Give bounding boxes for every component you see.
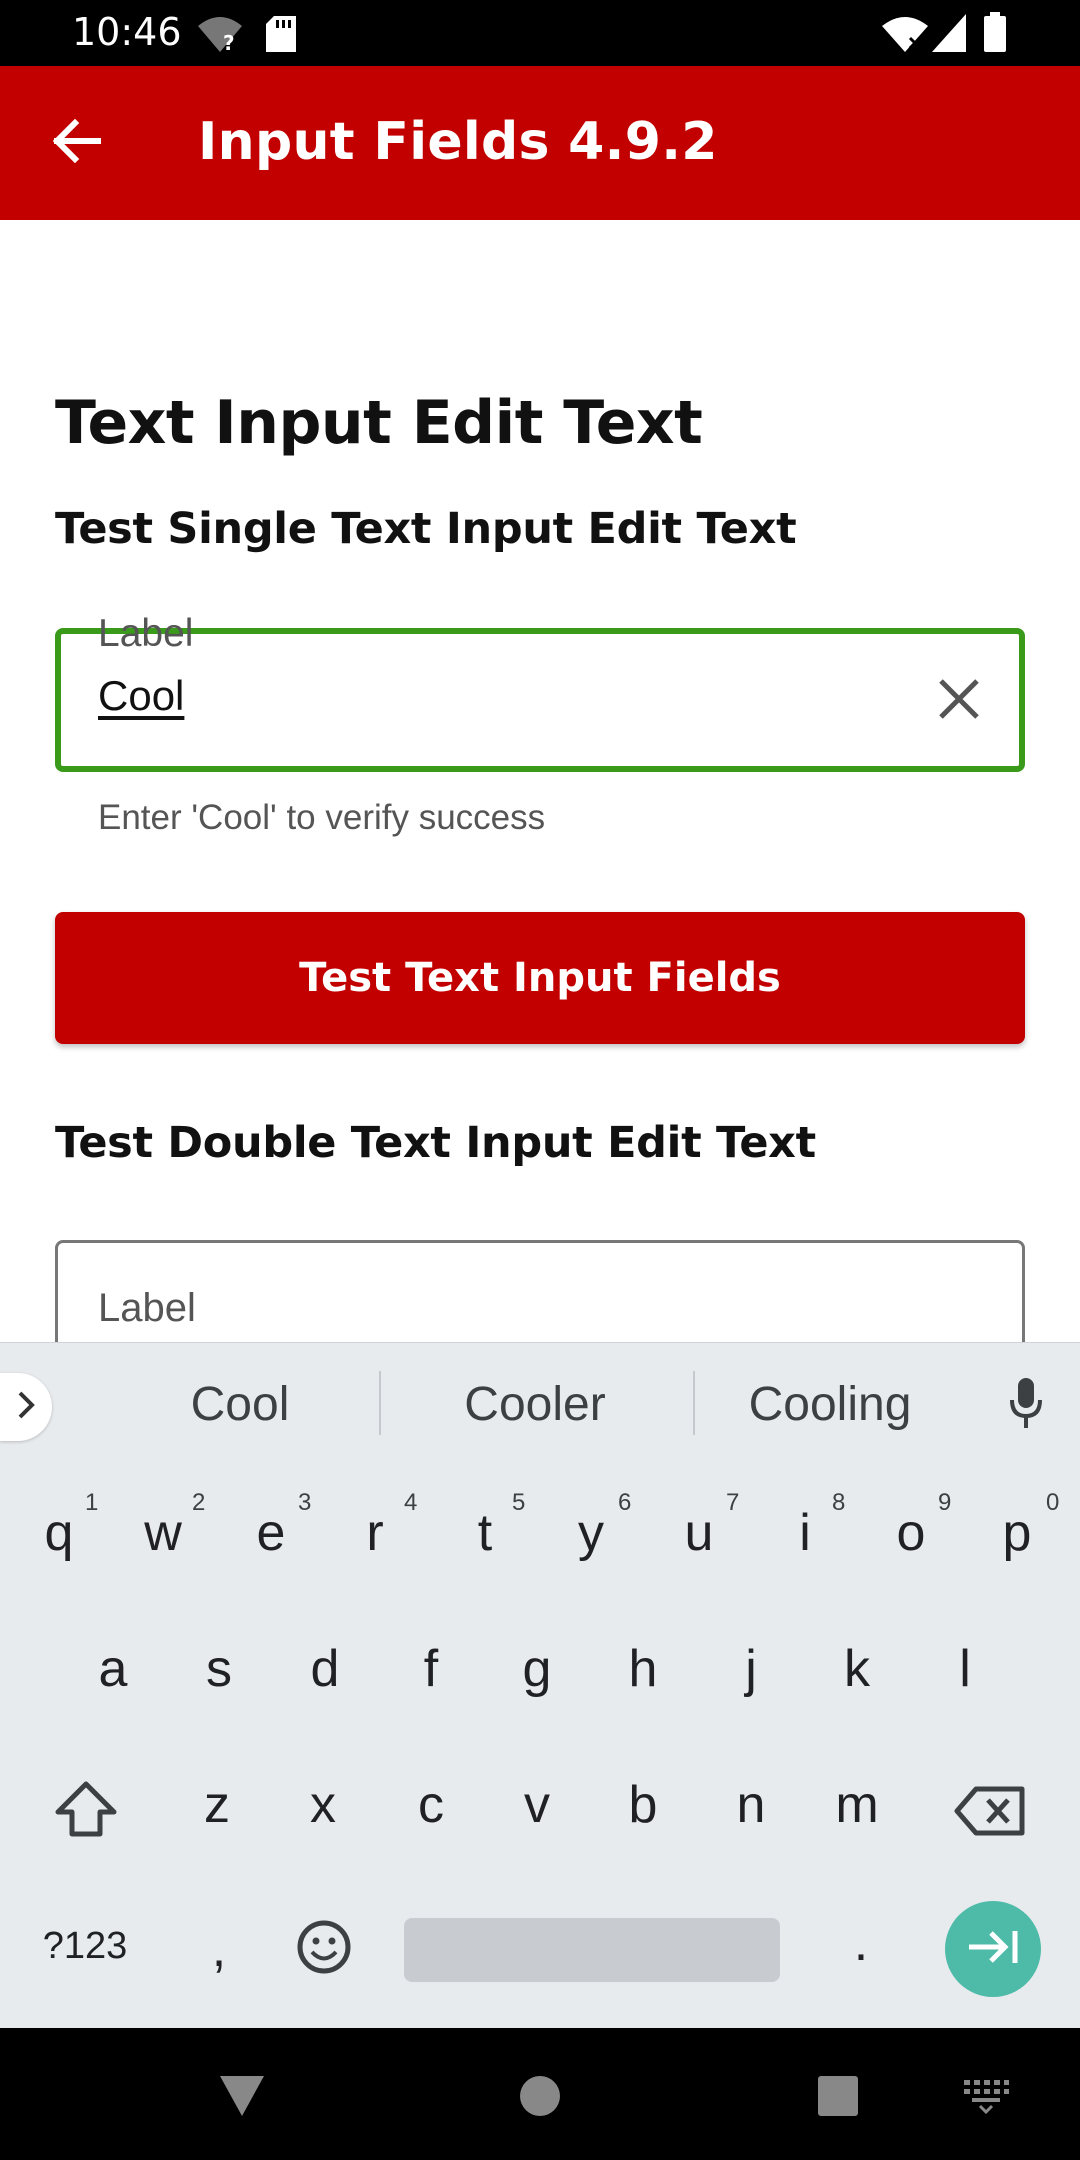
key-e-hint: 3 <box>298 1489 312 1516</box>
suggestion-2[interactable]: Cooler <box>430 1377 640 1432</box>
single-field-value[interactable]: Cool <box>98 672 184 720</box>
app-bar: Input Fields 4.9.2 <box>0 66 1080 220</box>
nav-back-button[interactable] <box>212 2068 272 2128</box>
back-triangle-icon <box>218 2074 266 2123</box>
tab-next-icon <box>965 1927 1021 1972</box>
single-field-label: Label <box>88 612 204 656</box>
microphone-icon <box>1008 1376 1044 1435</box>
key-b[interactable]: b <box>598 1775 688 1835</box>
key-f[interactable]: f <box>386 1639 476 1699</box>
helper-text: Enter 'Cool' to verify success <box>98 798 546 837</box>
chevron-right-icon <box>16 1389 36 1426</box>
comma-key[interactable]: , <box>174 1919 264 1979</box>
key-n[interactable]: n <box>706 1775 796 1835</box>
key-z[interactable]: z <box>172 1775 262 1835</box>
wifi-unknown-icon: ? <box>196 14 244 59</box>
symbols-key[interactable]: ?123 <box>30 1925 140 1968</box>
app-title: Input Fields 4.9.2 <box>198 112 718 172</box>
home-circle-icon <box>518 2074 562 2123</box>
key-q-hint: 1 <box>85 1489 99 1516</box>
status-time: 10:46 <box>72 10 182 54</box>
emoji-icon <box>296 1919 352 1980</box>
voice-input-button[interactable] <box>996 1373 1056 1437</box>
key-l[interactable]: l <box>920 1639 1010 1699</box>
status-bar: 10:46 ? <box>0 0 1080 66</box>
suggestion-strip: Cool Cooler Cooling <box>0 1343 1080 1463</box>
shift-key[interactable] <box>50 1775 122 1847</box>
battery-icon <box>984 12 1006 57</box>
double-section-heading: Test Double Text Input Edit Text <box>55 1118 816 1168</box>
wifi-signal-icon <box>880 14 930 59</box>
nav-recents-button[interactable] <box>808 2068 868 2128</box>
system-nav-bar <box>0 2028 1080 2160</box>
key-y-hint: 6 <box>618 1489 632 1516</box>
key-o-hint: 9 <box>938 1489 952 1516</box>
key-g[interactable]: g <box>492 1639 582 1699</box>
enter-key[interactable] <box>945 1901 1041 1997</box>
double-field-label: Label <box>98 1286 196 1330</box>
key-u-hint: 7 <box>726 1489 740 1516</box>
backspace-key[interactable] <box>950 1783 1030 1843</box>
key-m[interactable]: m <box>812 1775 902 1835</box>
key-a[interactable]: a <box>68 1639 158 1699</box>
single-section-heading: Test Single Text Input Edit Text <box>55 504 797 554</box>
cell-signal-icon <box>932 14 966 57</box>
key-t-hint: 5 <box>512 1489 526 1516</box>
backspace-icon <box>954 1785 1026 1842</box>
key-i-hint: 8 <box>832 1489 846 1516</box>
suggestion-3[interactable]: Cooling <box>730 1377 930 1432</box>
svg-text:?: ? <box>223 31 235 54</box>
key-w-hint: 2 <box>192 1489 206 1516</box>
key-j[interactable]: j <box>706 1639 796 1699</box>
screen: 10:46 ? Input Fields 4.9.2 Text Input Ed… <box>0 0 1080 2160</box>
key-s[interactable]: s <box>174 1639 264 1699</box>
suggestion-divider <box>379 1371 381 1435</box>
test-text-input-fields-button[interactable]: Test Text Input Fields <box>55 912 1025 1044</box>
close-icon <box>938 678 980 725</box>
soft-keyboard: Cool Cooler Cooling q 1 w 2 e 3 r 4 t 5 … <box>0 1342 1080 2028</box>
page-heading: Text Input Edit Text <box>55 388 703 458</box>
key-v[interactable]: v <box>492 1775 582 1835</box>
suggestion-divider <box>693 1371 695 1435</box>
sd-card-icon <box>266 16 296 57</box>
emoji-key[interactable] <box>294 1919 354 1979</box>
key-h[interactable]: h <box>598 1639 688 1699</box>
key-p-hint: 0 <box>1046 1489 1060 1516</box>
key-r-hint: 4 <box>404 1489 418 1516</box>
shift-icon <box>54 1780 118 1843</box>
recents-square-icon <box>816 2074 860 2123</box>
keyboard-switch-icon <box>962 2078 1010 2119</box>
key-k[interactable]: k <box>812 1639 902 1699</box>
back-button[interactable] <box>40 106 114 180</box>
period-key[interactable]: . <box>816 1913 906 1973</box>
keyboard-switch-button[interactable] <box>956 2068 1016 2128</box>
key-d[interactable]: d <box>280 1639 370 1699</box>
space-key[interactable] <box>404 1918 780 1982</box>
suggestion-1[interactable]: Cool <box>150 1377 330 1432</box>
arrow-back-icon <box>52 118 102 168</box>
clear-text-button[interactable] <box>930 672 988 730</box>
key-c[interactable]: c <box>386 1775 476 1835</box>
nav-home-button[interactable] <box>510 2068 570 2128</box>
key-x[interactable]: x <box>278 1775 368 1835</box>
expand-toolbar-button[interactable] <box>0 1373 52 1441</box>
